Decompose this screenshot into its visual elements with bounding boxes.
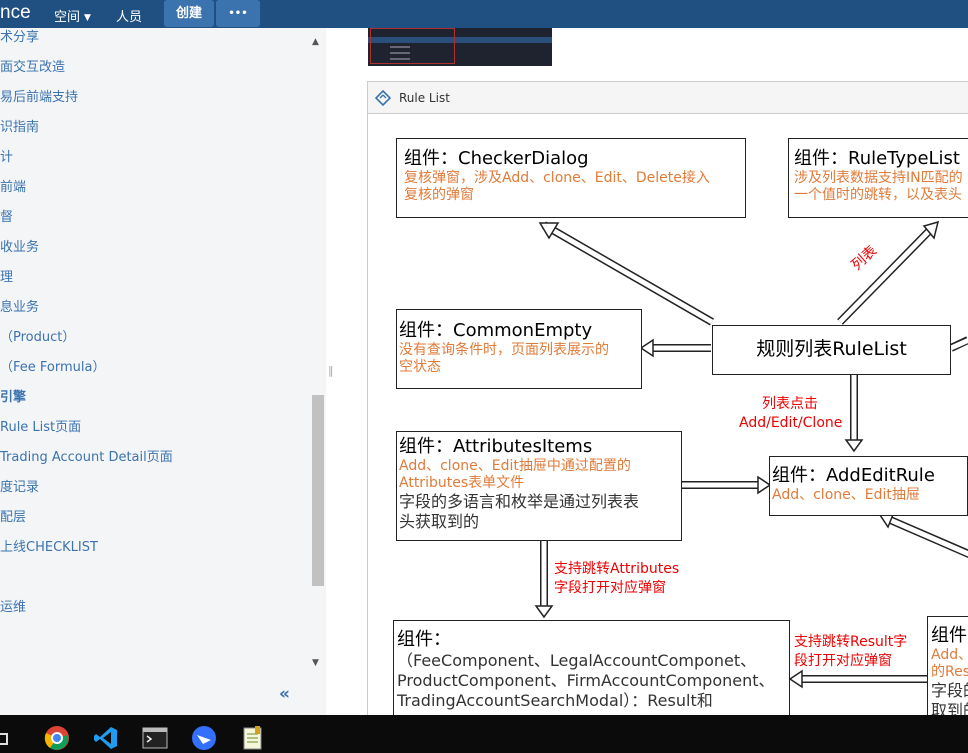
start-edge-icon[interactable]: [0, 733, 8, 745]
arrow-rulelist-to-empty: [639, 338, 713, 358]
chevron-down-icon: ▼: [84, 13, 91, 23]
box-note: 取到的: [931, 701, 968, 715]
sidebar-item[interactable]: （Product）: [0, 326, 75, 345]
arrow-result-to-addedit: [878, 510, 968, 559]
sidebar-item[interactable]: 上线CHECKLIST: [0, 536, 98, 555]
arrow-result-to-fee: [788, 669, 930, 689]
box-title: 组件：AttributesItems: [399, 436, 593, 457]
nav-spaces-menu[interactable]: 空间 ▼: [54, 6, 91, 25]
box-title: 组件：RuleTypeList: [794, 148, 960, 169]
terminal-icon[interactable]: [142, 725, 168, 751]
box-note: ProductComponent、FirmAccountComponent、: [397, 671, 775, 690]
sidebar-item[interactable]: （Fee Formula）: [0, 356, 105, 375]
box-desc: 复核的弹窗: [404, 187, 474, 203]
arrow-rulelist-right: [949, 336, 968, 352]
box-desc: Add、clone、Edit抽屉: [772, 487, 920, 503]
component-fee-components: 组件： （FeeComponent、LegalAccountComponet、 …: [393, 620, 790, 715]
sidebar-item[interactable]: 收业务: [0, 236, 39, 255]
box-title: 组件：CheckerDialog: [404, 148, 589, 169]
edge-label-jump-attr-2: 字段打开对应弹窗: [554, 580, 666, 596]
embedded-screenshot-image: [368, 28, 552, 66]
edge-label-click-1: 列表点击: [762, 396, 818, 412]
sidebar-item[interactable]: 运维: [0, 596, 26, 615]
sidebar-item[interactable]: 督: [0, 206, 13, 225]
edge-label-jump-result-1: 支持跳转Result字: [794, 634, 908, 650]
scroll-up-arrow-icon[interactable]: ▲: [312, 37, 319, 47]
box-desc: 一个值时的跳转，以及表头: [794, 187, 962, 203]
box-note: 字段的多语言和枚举是通过列表表: [399, 492, 640, 511]
vscode-icon[interactable]: [93, 725, 119, 751]
box-desc: 涉及列表数据支持IN匹配的: [794, 170, 963, 186]
create-button[interactable]: 创建: [164, 0, 214, 27]
component-rule-type-list: 组件：RuleTypeList 涉及列表数据支持IN匹配的 一个值时的跳转，以及…: [788, 138, 968, 218]
arrow-rulelist-to-ruletype: [837, 220, 940, 325]
edge-label-click-2: Add/Edit/Clone: [739, 415, 843, 431]
sidebar-scrollbar[interactable]: [311, 66, 325, 702]
sidebar-item[interactable]: Rule List页面: [0, 416, 81, 435]
component-rule-list-main: 规则列表RuleList: [712, 325, 951, 375]
more-button[interactable]: •••: [216, 0, 260, 27]
page-tree-sidebar: 术分享 面交互改造 易后前端支持 识指南 计 前端 督 收业务 理 息业务 （P…: [0, 28, 326, 715]
box-desc: Add、: [931, 647, 968, 663]
box-title: 组件：CommonEmpty: [399, 320, 593, 341]
box-title: 规则列表RuleList: [756, 338, 907, 360]
component-common-empty: 组件：CommonEmpty 没有查询条件时，页面列表展示的 空状态: [396, 309, 642, 389]
feishu-icon[interactable]: [191, 725, 217, 751]
os-taskbar: [0, 715, 968, 753]
sidebar-scrollbar-thumb[interactable]: [312, 395, 324, 586]
sidebar-item[interactable]: 易后前端支持: [0, 86, 78, 105]
box-note: （FeeComponent、LegalAccountComponet、: [397, 651, 757, 670]
component-result: 组件 Add、 的Res 字段的 取到的: [927, 616, 968, 715]
arrow-rulelist-to-addedit: [844, 371, 864, 453]
sidebar-item[interactable]: 前端: [0, 176, 26, 195]
sidebar-item[interactable]: 术分享: [0, 26, 39, 45]
box-note: TradingAccountSearchModal）：Result和: [397, 691, 713, 710]
box-title: 组件: [931, 625, 967, 646]
box-desc: Attributes表单文件: [399, 475, 525, 491]
box-desc: 的Res: [931, 664, 968, 680]
arrow-attrs-to-fee: [534, 537, 554, 619]
edge-label-jump-attr-1: 支持跳转Attributes: [554, 561, 680, 577]
sidebar-item[interactable]: 面交互改造: [0, 56, 65, 75]
app-logo[interactable]: nce: [0, 1, 31, 25]
sidebar-item[interactable]: 理: [0, 266, 13, 285]
box-desc: 没有查询条件时，页面列表展示的: [399, 342, 609, 358]
top-navigation-bar: nce 空间 ▼ 人员 创建 •••: [0, 0, 968, 28]
sidebar-item[interactable]: 配层: [0, 506, 26, 525]
box-desc: Add、clone、Edit抽屉中通过配置的: [399, 458, 631, 474]
sidebar-item-current[interactable]: 引擎: [0, 386, 26, 405]
arrow-attrs-to-addedit: [678, 475, 772, 495]
sidebar-item[interactable]: Trading Account Detail页面: [0, 446, 173, 465]
edge-label-jump-result-2: 段打开对应弹窗: [794, 653, 892, 669]
box-desc: 复核弹窗，涉及Add、clone、Edit、Delete接入: [404, 170, 710, 186]
sidebar-item[interactable]: 度记录: [0, 476, 39, 495]
box-desc: 空状态: [399, 359, 441, 375]
box-title: 组件：AddEditRule: [772, 465, 935, 486]
nav-spaces-label: 空间: [54, 10, 81, 25]
collapse-sidebar-button[interactable]: «: [279, 684, 290, 704]
component-attributes-items: 组件：AttributesItems Add、clone、Edit抽屉中通过配置…: [396, 431, 682, 541]
page-content: Rule List 组件：CheckerDialog 复核弹窗，涉及Add、cl…: [333, 28, 968, 715]
component-checker-dialog: 组件：CheckerDialog 复核弹窗，涉及Add、clone、Edit、D…: [396, 138, 746, 218]
sidebar-item[interactable]: 计: [0, 146, 13, 165]
box-title: 组件：: [397, 629, 451, 650]
sidebar-item[interactable]: 识指南: [0, 116, 39, 135]
image-highlight-box: [370, 28, 455, 64]
nav-people-link[interactable]: 人员: [116, 6, 142, 25]
arrow-rulelist-to-checker: [538, 221, 715, 326]
sidebar-item[interactable]: 息业务: [0, 296, 39, 315]
notepad-icon[interactable]: [240, 725, 266, 751]
box-note: 头获取到的: [399, 512, 480, 531]
drawio-diagram-panel: Rule List 组件：CheckerDialog 复核弹窗，涉及Add、cl…: [367, 81, 968, 715]
chrome-icon[interactable]: [44, 725, 70, 751]
scroll-down-arrow-icon[interactable]: ▼: [312, 658, 319, 668]
box-note: 字段的: [931, 681, 968, 700]
component-add-edit-rule: 组件：AddEditRule Add、clone、Edit抽屉: [769, 456, 968, 516]
